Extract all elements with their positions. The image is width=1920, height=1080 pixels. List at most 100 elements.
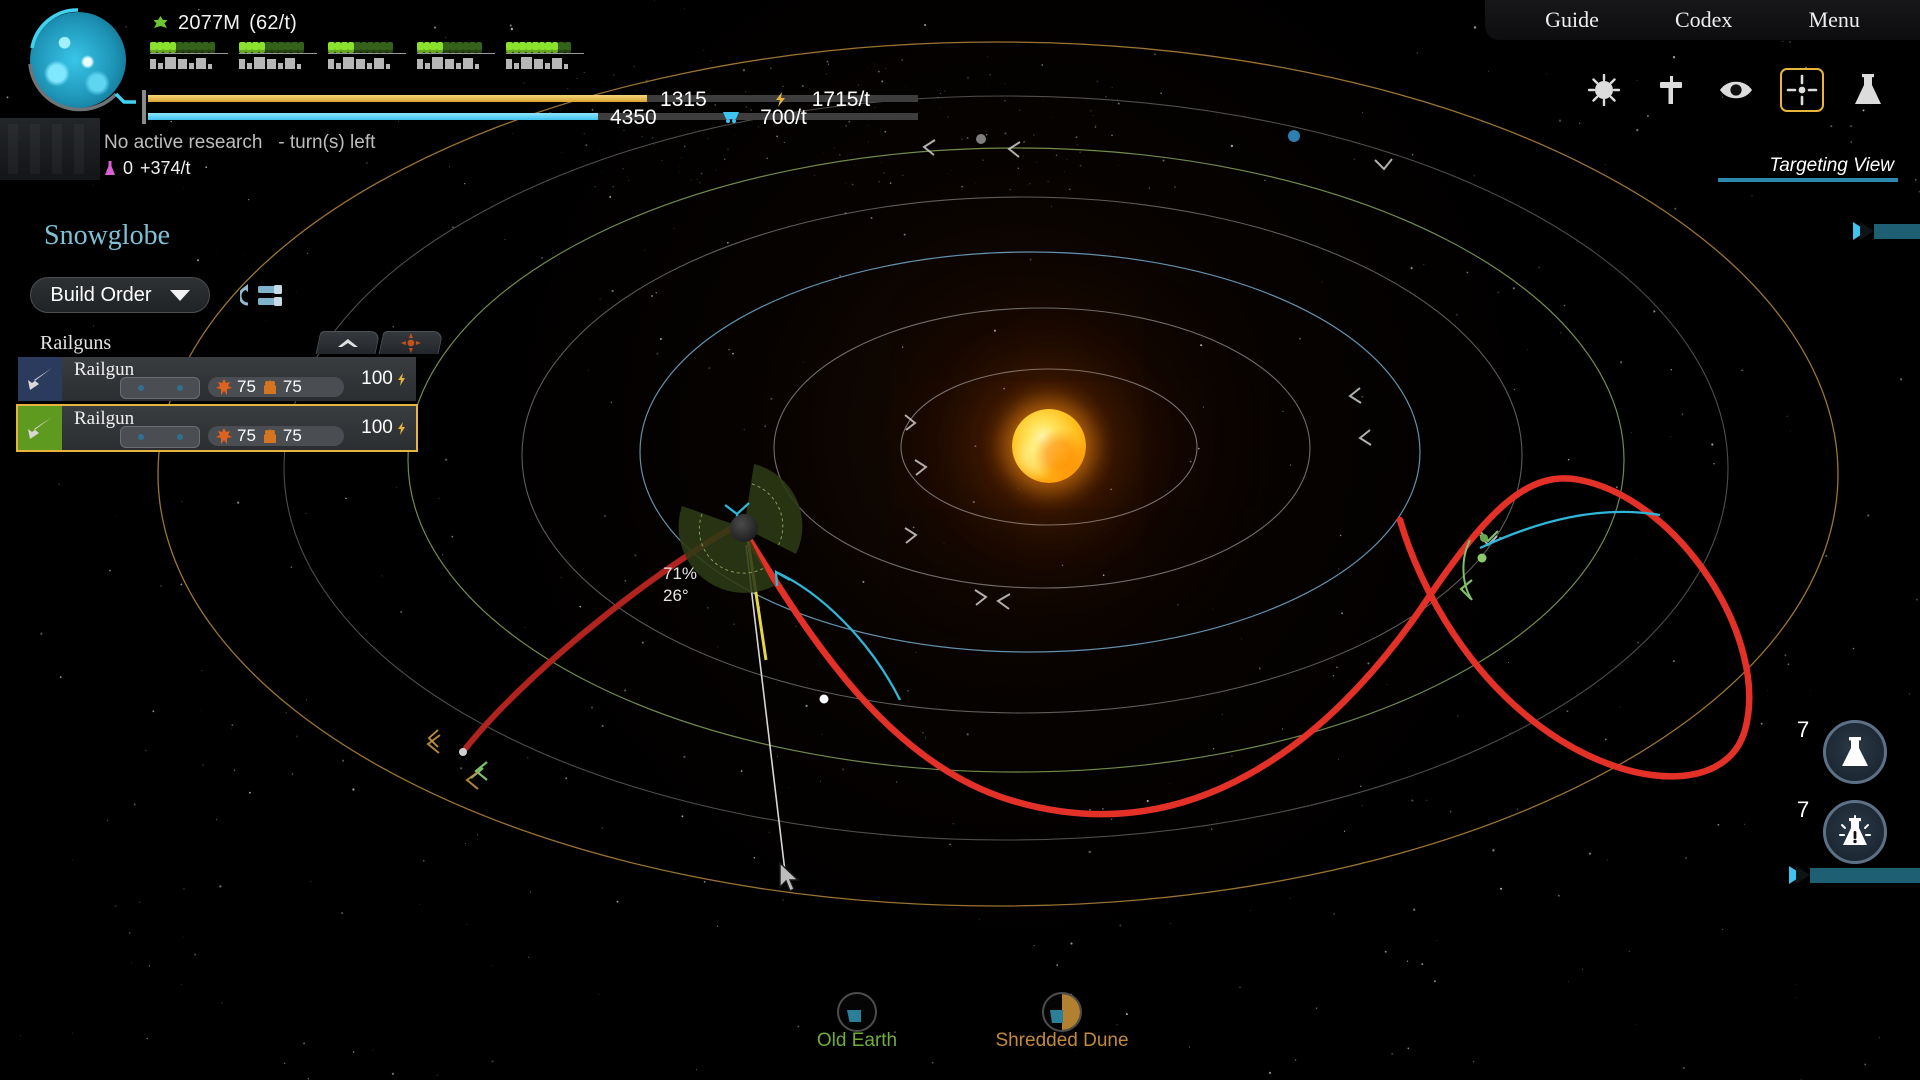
pop-dot: [469, 42, 476, 53]
pop-dot: [367, 42, 374, 53]
target-icon: [400, 333, 421, 353]
planet-marker-shredded-dune[interactable]: [1042, 992, 1082, 1032]
research-badge[interactable]: [1823, 720, 1887, 784]
pop-dot: [456, 42, 463, 53]
population-dots: [417, 42, 495, 53]
system-name: Snowglobe: [44, 220, 170, 251]
alloy-icon: [263, 429, 276, 443]
build-order-row[interactable]: Railgun 75 75 100: [18, 357, 416, 401]
build-order-body: Railgun 75 75: [62, 357, 352, 401]
population-rule: [506, 53, 584, 54]
menu-item-codex[interactable]: Codex: [1675, 7, 1732, 33]
lightning-icon: [776, 92, 786, 107]
build-group-label: Railguns: [40, 332, 112, 354]
minerals-bar-row: 4350 700/t: [148, 106, 918, 129]
right-panel-toggle-top[interactable]: [1853, 222, 1920, 240]
population-dots: [239, 42, 317, 53]
population-dots: [328, 42, 406, 53]
chevron-up-icon: [337, 339, 358, 347]
population-rule: [417, 53, 495, 54]
minerals-bar-fill: [148, 113, 598, 120]
hud-screen-panel: [0, 118, 100, 180]
minerals-rate: 700/t: [760, 106, 807, 129]
population-block: [506, 42, 584, 69]
minerals-bar-value: 4350: [610, 106, 657, 129]
research-status: No active research - turn(s) left: [104, 132, 375, 154]
population-rule: [328, 53, 406, 54]
pop-dot: [354, 42, 361, 53]
population-buildings: [328, 55, 406, 69]
build-cost: 75: [216, 426, 256, 446]
energy-bar-row: 1315 1715/t: [148, 88, 918, 111]
energy-bar-fill: [148, 95, 648, 102]
upgrade-pip[interactable]: [137, 385, 144, 391]
pop-dot: [430, 42, 437, 53]
pop-dot: [506, 42, 513, 53]
build-quantity-value: 100: [361, 417, 393, 438]
chevron-down-icon: [169, 289, 190, 301]
swap-order-icon[interactable]: [240, 282, 288, 310]
energy-rate: 1715/t: [811, 88, 871, 111]
build-costs: 75 75: [208, 426, 344, 446]
right-panel-toggle-bottom[interactable]: [1789, 866, 1920, 884]
planet-marker-old-earth[interactable]: [837, 992, 877, 1032]
industry-icon: [216, 379, 232, 395]
build-quantity[interactable]: 100: [352, 357, 416, 401]
build-cost-value: 75: [237, 426, 256, 445]
flask-alert-icon: [1839, 815, 1871, 845]
sun-icon[interactable]: [1582, 68, 1626, 112]
portrait-ring: [28, 8, 136, 112]
target-tab[interactable]: [378, 331, 444, 354]
upgrade-pips[interactable]: [120, 377, 200, 399]
resource-bars: 1315 1715/t 4350 700/t: [142, 88, 918, 129]
population-buildings: [239, 55, 317, 69]
alloy-icon: [263, 380, 276, 394]
pop-dot: [443, 42, 450, 53]
pop-dot: [176, 42, 183, 53]
upgrade-pip[interactable]: [137, 434, 144, 440]
build-quantity[interactable]: 100: [352, 406, 416, 450]
flask-icon[interactable]: [1846, 68, 1890, 112]
pop-dot: [202, 42, 209, 53]
build-cost: 75: [262, 377, 302, 397]
energy-bar-value: 1315: [660, 88, 707, 111]
flask-icon: [1842, 737, 1868, 766]
pop-dot: [558, 42, 565, 53]
pop-dot: [252, 42, 259, 53]
anomaly-badge[interactable]: [1823, 800, 1887, 864]
menu-item-menu[interactable]: Menu: [1809, 7, 1860, 33]
eye-icon[interactable]: [1714, 68, 1758, 112]
menu-item-guide[interactable]: Guide: [1545, 7, 1599, 33]
top-menu-bar: Guide Codex Menu: [1485, 0, 1920, 40]
pop-dot: [208, 42, 215, 53]
game-screen: 2077M (62/t) 1315 1715/t 4350 700/t No a: [0, 0, 1920, 1080]
crosshair-icon[interactable]: [1780, 68, 1824, 112]
food-rate: (62/t): [249, 12, 298, 34]
pop-dot: [291, 42, 298, 53]
collapse-tab[interactable]: [315, 331, 381, 354]
build-cost-value: 75: [282, 426, 302, 445]
view-mode-underline: [1718, 178, 1898, 182]
mouse-cursor: [779, 862, 800, 892]
pop-dot: [328, 42, 335, 53]
railgun-icon: [18, 406, 62, 450]
planet-label-old-earth: Old Earth: [816, 1030, 898, 1051]
pop-dot: [265, 42, 272, 53]
research-rate: +374/t: [140, 158, 191, 178]
bars-cap: [142, 90, 146, 124]
population-rule: [239, 53, 317, 54]
selected-planet[interactable]: [730, 514, 758, 542]
upgrade-pip[interactable]: [176, 385, 183, 391]
hammer-icon[interactable]: [1648, 68, 1692, 112]
population-block: [328, 42, 406, 69]
food-resource: 2077M (62/t): [152, 12, 297, 35]
pop-dot: [150, 42, 157, 53]
pop-dot: [239, 42, 246, 53]
upgrade-pip[interactable]: [176, 434, 183, 440]
upgrade-pips[interactable]: [120, 426, 200, 448]
cart-icon: [722, 112, 739, 123]
build-order-row[interactable]: Railgun 75 75 100: [18, 406, 416, 450]
build-order-dropdown[interactable]: Build Order: [30, 277, 210, 313]
industry-icon: [216, 428, 232, 444]
view-mode-label: Targeting View: [1769, 155, 1894, 176]
